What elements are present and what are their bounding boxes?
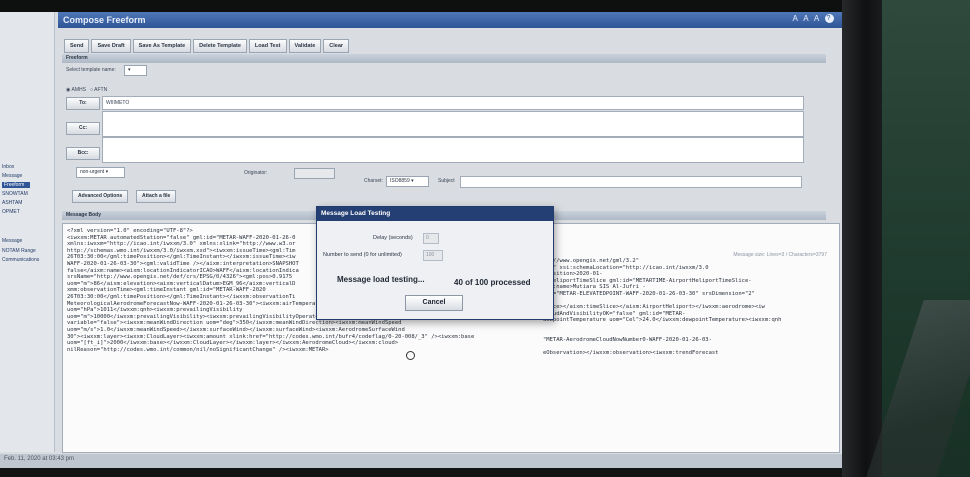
save-as-template-button[interactable]: Save As Template: [132, 39, 192, 53]
originator-label: Originator:: [244, 170, 268, 176]
sidebar-item-notam-range[interactable]: NOTAM Range: [2, 248, 36, 254]
photo-top-band: [0, 0, 970, 12]
sidebar-item-message-2[interactable]: Message: [2, 238, 22, 244]
clear-button[interactable]: Clear: [323, 39, 350, 53]
to-field[interactable]: WIIIMETO: [102, 96, 804, 110]
right-line: nce" xsi:schemaLocation="http://icao.int…: [543, 264, 709, 271]
status-text: Feb. 11, 2020 at 03:43 pm: [4, 456, 74, 462]
right-line: "METAR-AerodromeCloudNowNumber0-WAFF-202…: [543, 337, 712, 344]
right-line: ixm:name>Mutiara SIS Al-Jufri -: [543, 284, 646, 291]
bcc-button[interactable]: Bcc:: [66, 147, 100, 160]
delay-label: Delay (seconds): [373, 235, 413, 241]
to-value: WIIIMETO: [106, 100, 130, 106]
attach-file-button[interactable]: Attach a file: [136, 190, 177, 203]
sidebar-item-freeform[interactable]: Freeform: [2, 182, 31, 188]
charset-label: Charset:: [364, 178, 383, 184]
load-test-button[interactable]: Load Test: [248, 39, 287, 53]
number-to-send-label: Number to send (0 for unlimited): [323, 252, 402, 258]
sidebar-item-communications[interactable]: Communications: [2, 257, 39, 263]
aftn-radio[interactable]: ○ AFTN: [90, 87, 107, 93]
amhs-radio[interactable]: ◉ AMHS: [66, 87, 86, 93]
cc-button[interactable]: Cc:: [66, 122, 100, 135]
toolbar: Send Save Draft Save As Template Delete Tem…: [64, 34, 351, 53]
bcc-field[interactable]: [102, 137, 804, 163]
load-test-progress: 40 of 100 processed: [454, 278, 531, 287]
right-line: dewpointTemperature uom="Cel">24.0</iwxx…: [543, 317, 782, 324]
right-line: CloudAndVisibilityOK="false" gml:id="MET…: [543, 310, 686, 317]
right-line: [543, 298, 781, 305]
message-body-text-right: tp://www.opengis.net/gml/3.2" nce" xsi:sc…: [543, 258, 781, 357]
right-line: Slice></aixm:timeSlice></aixm:AirportHel…: [543, 304, 765, 311]
delete-template-button[interactable]: Delete Template: [193, 39, 247, 53]
window-titlebar: Compose Freeform A A A ?: [58, 12, 842, 28]
body-line: 30"><iwxxm:layer><iwxxm:CloudLayer><iwxx…: [67, 333, 475, 340]
freeform-section-header: Freeform: [62, 54, 826, 63]
right-line: ePosition>2020-01-: [543, 271, 603, 278]
load-test-status: Message load testing...: [337, 275, 425, 284]
right-line: [543, 331, 781, 338]
body-line: uom="[ft_i]">2000</iwxxm:base></iwxxm:Cl…: [67, 340, 399, 347]
load-test-dialog: Message Load Testing Delay (seconds) 0 N…: [316, 206, 554, 320]
window-title: Compose Freeform: [63, 15, 146, 25]
send-button[interactable]: Send: [64, 39, 90, 53]
charset-value: ISO8859: [390, 178, 410, 184]
amhs-label: AMHS: [71, 87, 86, 93]
template-select[interactable]: ▾: [124, 65, 147, 76]
advanced-options-button[interactable]: Advanced Options: [72, 190, 129, 203]
cancel-button[interactable]: Cancel: [405, 295, 463, 311]
right-line: eObservation></iwxxm:observation><iwxxm:…: [543, 350, 719, 357]
sidebar-item-ashtam[interactable]: ASHTAM: [2, 200, 22, 206]
right-line: [543, 324, 781, 331]
delay-input[interactable]: 0: [423, 233, 439, 244]
save-draft-button[interactable]: Save Draft: [91, 39, 131, 53]
template-label: Select template name:: [66, 67, 116, 73]
number-to-send-input[interactable]: 100: [423, 250, 443, 261]
sidebar: Inbox Message Freeform SNOWTAM ASHTAM OP…: [0, 12, 55, 452]
monitor-bezel: [842, 0, 882, 477]
right-line: rtHeliportTimeSlice gml:id="METARTIME-Ai…: [543, 277, 752, 284]
monitor-bezel-bottom: [0, 468, 842, 477]
mouse-cursor: [406, 351, 415, 360]
originator-field[interactable]: [294, 168, 335, 179]
font-size-controls[interactable]: A A A ?: [793, 14, 834, 24]
message-body-title: Message Body: [66, 212, 102, 218]
to-button[interactable]: To:: [66, 97, 100, 110]
right-line: tp://www.opengis.net/gml/3.2": [543, 258, 640, 264]
charset-select[interactable]: ISO8859 ▾: [386, 176, 429, 187]
body-line: uom="m/s">1.0</iwxxm:meanWindSpeed></iwx…: [67, 326, 405, 333]
sidebar-item-snowtam[interactable]: SNOWTAM: [2, 191, 28, 197]
sidebar-item-message[interactable]: Message: [2, 173, 22, 179]
right-line: [543, 344, 781, 351]
sidebar-item-opmet[interactable]: OPMET: [2, 209, 20, 215]
font-size-icon[interactable]: A A A: [793, 14, 821, 23]
right-line: :id="METAR-ELEVATEDPOINT-WAFF-2020-01-26…: [543, 290, 755, 297]
priority-select[interactable]: non-urgent ▾: [76, 167, 125, 178]
status-bar: Feb. 11, 2020 at 03:43 pm: [0, 454, 842, 468]
dialog-title: Message Load Testing: [317, 207, 553, 221]
sidebar-item-inbox[interactable]: Inbox: [2, 164, 14, 170]
aftn-label: AFTN: [94, 87, 108, 93]
subject-field[interactable]: [460, 176, 802, 188]
validate-button[interactable]: Validate: [288, 39, 322, 53]
help-icon[interactable]: ?: [825, 14, 834, 24]
subject-label: Subject: [438, 178, 455, 184]
cc-field[interactable]: [102, 111, 804, 137]
body-line: variable="false"><iwxxm:meanWindDirectio…: [67, 320, 402, 327]
priority-value: non-urgent: [80, 169, 105, 175]
